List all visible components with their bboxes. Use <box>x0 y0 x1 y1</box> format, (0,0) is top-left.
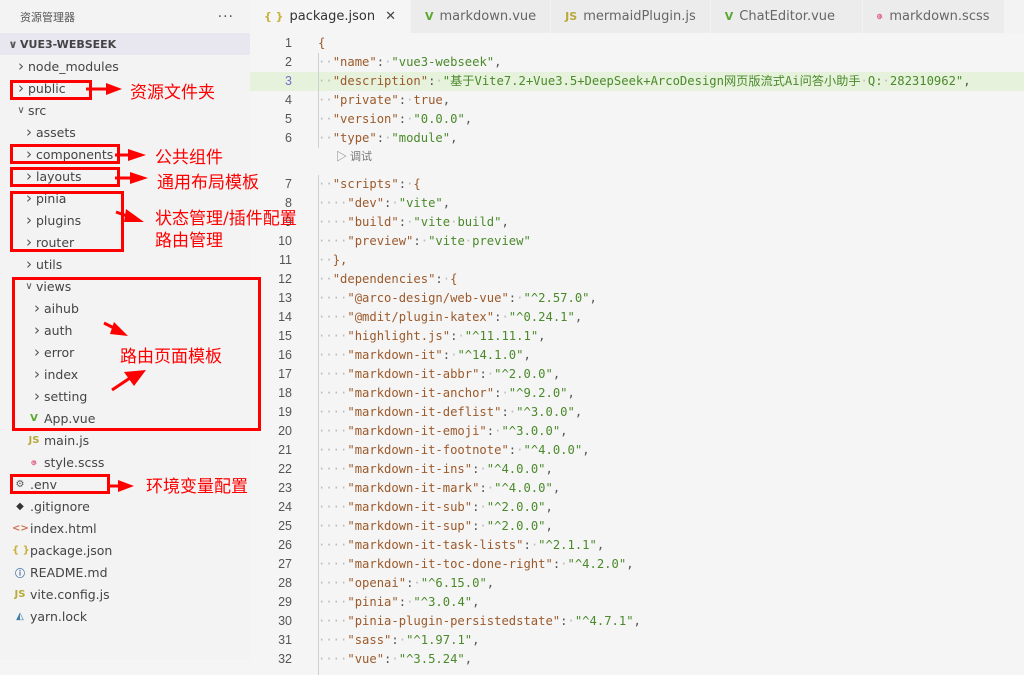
code-text: ··"version":·"0.0.0", <box>318 110 472 129</box>
vue-file-icon: V <box>725 10 734 23</box>
code-line: 14····"@mdit/plugin-katex":·"^0.24.1", <box>250 308 1024 327</box>
code-line: 15····"highlight.js":·"^11.11.1", <box>250 327 1024 346</box>
code-text: ··"scripts":·{ <box>318 175 421 194</box>
code-text: ····"markdown-it-toc-done-right":·"^4.2.… <box>318 555 634 574</box>
code-line: 17····"markdown-it-abbr":·"^2.0.0", <box>250 365 1024 384</box>
code-text: ··"name":·"vue3-webseek", <box>318 53 501 72</box>
code-text: ····"markdown-it":·"^14.1.0", <box>318 346 531 365</box>
code-text: ····"markdown-it-sub":·"^2.0.0", <box>318 498 553 517</box>
code-text: ····"sass":·"^1.97.1", <box>318 631 479 650</box>
code-text: ····"markdown-it-footnote":·"^4.0.0", <box>318 441 590 460</box>
code-text: ··"private":·true, <box>318 91 450 110</box>
code-line: 25····"markdown-it-sup":·"^2.0.0", <box>250 517 1024 536</box>
tab-mermaidplugin-js[interactable]: JS mermaidPlugin.js <box>551 0 711 33</box>
code-text: ····"markdown-it-anchor":·"^9.2.0", <box>318 384 575 403</box>
tab-label: mermaidPlugin.js <box>583 9 696 24</box>
code-text: ····"pinia-plugin-persistedstate":·"^4.7… <box>318 612 641 631</box>
code-line: 19····"markdown-it-deflist":·"^3.0.0", <box>250 403 1024 422</box>
code-line: 10····"preview":·"vite·preview" <box>250 232 1024 251</box>
code-text: ····"markdown-it-emoji":·"^3.0.0", <box>318 422 568 441</box>
code-text: ····"openai":·"^6.15.0", <box>318 574 494 593</box>
code-text: ····"preview":·"vite·preview" <box>318 232 531 251</box>
code-text: ··"type":·"module", <box>318 129 457 148</box>
code-text: ····"pinia":·"^3.0.4", <box>318 593 479 612</box>
code-line: 5··"version":·"0.0.0", <box>250 110 1024 129</box>
tab-label: package.json <box>290 9 376 24</box>
code-line: 6··"type":·"module", <box>250 129 1024 148</box>
annotation-views: 路由页面模板 <box>120 342 222 367</box>
annotation-layouts: 通用布局模板 <box>157 168 259 193</box>
code-editor[interactable]: 1{2··"name":·"vue3-webseek",3··"descript… <box>250 33 1024 660</box>
code-text: ····"markdown-it-mark":·"^4.0.0", <box>318 479 560 498</box>
indent-guide <box>318 53 319 148</box>
tab-label: markdown.vue <box>440 9 537 24</box>
code-line: 27····"markdown-it-toc-done-right":·"^4.… <box>250 555 1024 574</box>
code-line: 24····"markdown-it-sub":·"^2.0.0", <box>250 498 1024 517</box>
js-file-icon: JS <box>565 10 577 23</box>
code-line: 21····"markdown-it-footnote":·"^4.0.0", <box>250 441 1024 460</box>
code-line: 8····"dev":·"vite", <box>250 194 1024 213</box>
code-text: ····"dev":·"vite", <box>318 194 450 213</box>
code-line: 18····"markdown-it-anchor":·"^9.2.0", <box>250 384 1024 403</box>
code-line: 22····"markdown-it-ins":·"^4.0.0", <box>250 460 1024 479</box>
code-line: 3··"description":·"基于Vite7.2+Vue3.5+Deep… <box>250 72 1024 91</box>
code-line: 23····"markdown-it-mark":·"^4.0.0", <box>250 479 1024 498</box>
code-line: 30····"pinia-plugin-persistedstate":·"^4… <box>250 612 1024 631</box>
scss-file-icon: ဇ <box>877 9 884 25</box>
code-text: ····"@mdit/plugin-katex":·"^0.24.1", <box>318 308 582 327</box>
tab-chateditor-vue[interactable]: V ChatEditor.vue <box>711 0 863 33</box>
code-text: ··"description":·"基于Vite7.2+Vue3.5+DeepS… <box>318 72 971 91</box>
code-text: ··}, <box>318 251 347 270</box>
code-text: ····"@arco-design/web-vue":·"^2.57.0", <box>318 289 597 308</box>
code-line: 7··"scripts":·{ <box>250 175 1024 194</box>
code-line: 12··"dependencies":·{ <box>250 270 1024 289</box>
code-line: 16····"markdown-it":·"^14.1.0", <box>250 346 1024 365</box>
code-line: 9····"build":·"vite·build", <box>250 213 1024 232</box>
code-text: ····"build":·"vite·build", <box>318 213 509 232</box>
annotation-router: 路由管理 <box>155 226 223 251</box>
editor-tabs: { }package.json✕Vmarkdown.vueJSmermaidPl… <box>250 0 1024 33</box>
annotation-components: 公共组件 <box>155 143 223 168</box>
tab-markdown-vue[interactable]: Vmarkdown.vue <box>411 0 551 33</box>
code-text: ··"dependencies":·{ <box>318 270 457 289</box>
code-line: 28····"openai":·"^6.15.0", <box>250 574 1024 593</box>
code-line: 2··"name":·"vue3-webseek", <box>250 53 1024 72</box>
vue-file-icon: V <box>425 10 434 23</box>
indent-guide <box>318 175 319 675</box>
code-text: ····"markdown-it-abbr":·"^2.0.0", <box>318 365 560 384</box>
code-line: 1{ <box>250 34 1024 53</box>
code-line: 20····"markdown-it-emoji":·"^3.0.0", <box>250 422 1024 441</box>
debug-codelens[interactable]: ▷ 调试 <box>336 148 372 164</box>
code-line: 26····"markdown-it-task-lists":·"^2.1.1"… <box>250 536 1024 555</box>
code-text: ····"highlight.js":·"^11.11.1", <box>318 327 546 346</box>
code-text: ····"markdown-it-sup":·"^2.0.0", <box>318 517 553 536</box>
close-tab-icon[interactable]: ✕ <box>385 9 396 24</box>
code-text: { <box>318 34 325 53</box>
tab-label: ChatEditor.vue <box>739 9 835 24</box>
annotation-public: 资源文件夹 <box>130 78 215 103</box>
tab-markdown-scss[interactable]: ဇ markdown.scss <box>863 0 1005 33</box>
annotation-env: 环境变量配置 <box>146 472 248 497</box>
code-line: 29····"pinia":·"^3.0.4", <box>250 593 1024 612</box>
code-line: 13····"@arco-design/web-vue":·"^2.57.0", <box>250 289 1024 308</box>
code-text: ····"markdown-it-deflist":·"^3.0.0", <box>318 403 582 422</box>
code-line: 11··}, <box>250 251 1024 270</box>
code-line: 31····"sass":·"^1.97.1", <box>250 631 1024 650</box>
code-line: 4··"private":·true, <box>250 91 1024 110</box>
code-text: ····"markdown-it-task-lists":·"^2.1.1", <box>318 536 604 555</box>
code-text: ····"markdown-it-ins":·"^4.0.0", <box>318 460 553 479</box>
tab-label: markdown.scss <box>889 9 989 24</box>
